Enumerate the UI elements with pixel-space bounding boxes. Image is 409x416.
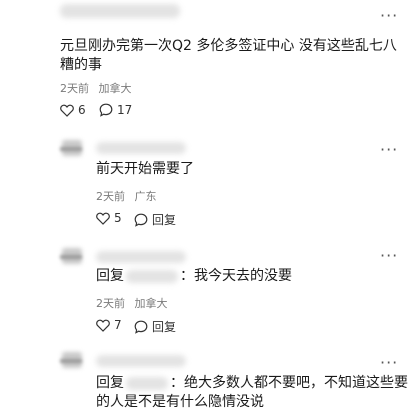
username-blurred [96,142,186,154]
reply-text-line2: 的人是不是有什么隐情没说 [96,394,264,410]
comment-text: 元旦刚办完第一次Q2 多伦多签证中心 没有这些乱七八糟的事 [60,38,397,73]
reply-body-line1: ：绝大多数人都不要吧，不知道这些要 [170,375,408,391]
like-count: 7 [114,318,122,332]
reply-location: 加拿大 [134,297,168,310]
comment-bubble-icon [134,320,148,334]
reply-text: 回复 ：绝大多数人都不要吧，不知道这些要 [96,374,408,393]
like-count: 6 [78,103,86,117]
username-blurred [60,147,82,151]
reply-text: 前天开始需要了 [96,161,194,177]
reply-meta: 2天前 广东 [96,188,157,204]
more-options-button[interactable]: ··· [380,246,398,265]
reply-meta: 2天前 加拿大 [96,295,168,311]
reply-count: 17 [117,103,133,117]
comment-location: 加拿大 [98,82,132,95]
comment-time: 2天前 [60,82,89,95]
like-button[interactable]: 7 [96,318,122,332]
mentioned-user-blurred [126,269,178,283]
like-count: 5 [114,211,122,225]
mentioned-user-blurred [126,376,168,390]
heart-icon [96,212,110,225]
heart-icon [96,319,110,332]
reply-time: 2天前 [96,297,125,310]
username-blurred [60,255,82,259]
reply-body: ：我今天去的没要 [180,268,292,284]
reply-prefix: 回复 [96,375,124,391]
reply-time: 2天前 [96,190,125,203]
reply-button[interactable]: 回复 [134,211,176,228]
reply-location: 广东 [134,190,157,203]
reply-label: 回复 [152,320,177,334]
comment-bubble-icon [99,103,113,117]
more-options-button[interactable]: ··· [380,6,398,25]
comment-meta: 2天前 加拿大 [60,80,132,96]
heart-icon [60,104,74,117]
username-blurred [60,359,82,363]
username-blurred [60,4,180,18]
like-button[interactable]: 5 [96,211,122,225]
more-options-button[interactable]: ··· [380,353,398,372]
reply-button[interactable]: 回复 [134,318,176,335]
username-blurred [96,355,186,367]
comment-bubble-icon [134,213,148,227]
reply-count-button[interactable]: 17 [99,103,132,117]
like-button[interactable]: 6 [60,103,86,117]
reply-label: 回复 [152,213,177,227]
username-blurred [96,251,186,263]
reply-text: 回复 ：我今天去的没要 [96,267,292,286]
more-options-button[interactable]: ··· [380,140,398,159]
reply-prefix: 回复 [96,268,124,284]
